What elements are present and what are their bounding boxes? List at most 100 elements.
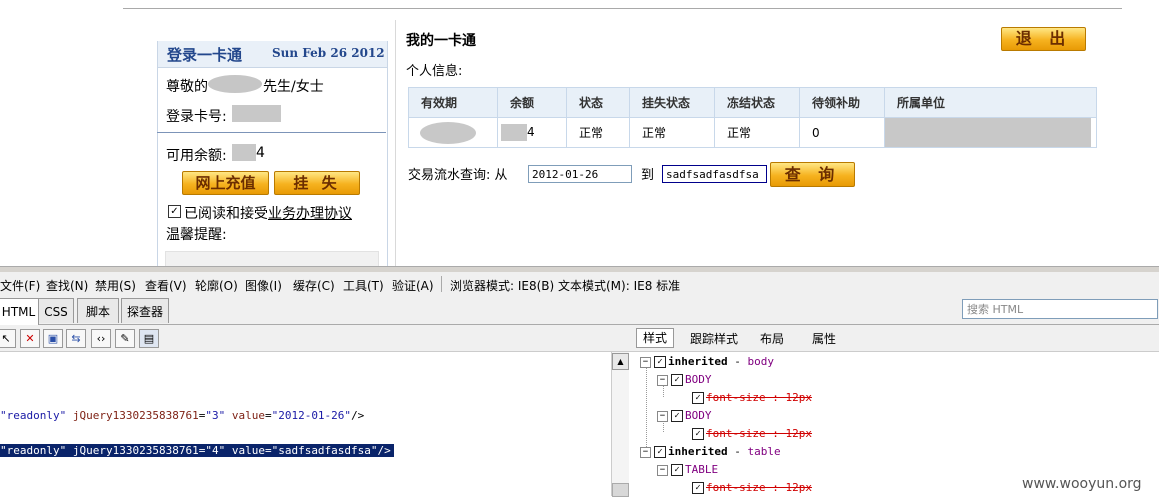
date-to-input[interactable]: sadfsadfasdfsa	[662, 165, 767, 183]
menu-disable[interactable]: 禁用(S)	[95, 277, 136, 294]
tree-node-property[interactable]: ✓ font-size : 12px	[692, 481, 812, 494]
checkbox-icon[interactable]: ✓	[671, 374, 683, 386]
panel-header: 登录一卡通 Sun Feb 26 2012	[158, 41, 387, 68]
checkbox-icon[interactable]: ✓	[671, 464, 683, 476]
current-date: Sun Feb 26 2012	[272, 46, 385, 60]
tree-node-table[interactable]: − ✓ TABLE	[657, 463, 718, 476]
col-header: 挂失状态	[629, 87, 715, 118]
query-to-label: 到	[641, 168, 655, 183]
personal-info-label: 个人信息:	[406, 64, 463, 79]
agreement-link-underline	[268, 219, 352, 220]
menu-validate[interactable]: 验证(A)	[392, 277, 434, 294]
cell-unit	[884, 117, 1097, 148]
query-button[interactable]: 查 询	[770, 162, 855, 187]
refresh-icon[interactable]: ⇆	[66, 329, 86, 348]
date-from-input[interactable]: 2012-01-26	[528, 165, 632, 183]
menu-cache[interactable]: 缓存(C)	[293, 277, 335, 294]
redacted-name	[208, 75, 262, 93]
style-tree-pane[interactable]: − ✓ inherited - body − ✓ BODY ✓ font-size : 1…	[632, 352, 1159, 496]
collapse-icon[interactable]: −	[657, 374, 668, 386]
checkbox-icon[interactable]: ✓	[654, 446, 666, 458]
page-top-border	[123, 8, 1122, 9]
collapse-icon[interactable]: −	[640, 356, 651, 368]
redacted-card-number	[232, 105, 281, 122]
tab-attributes[interactable]: 属性	[812, 330, 836, 347]
tree-connector	[646, 367, 647, 457]
style-tabs-bar: 样式 跟踪样式 布局 属性	[632, 325, 1159, 352]
checkbox-icon[interactable]: ✓	[692, 482, 704, 494]
dom-element-icon[interactable]: ‹›	[91, 329, 111, 348]
menu-tools[interactable]: 工具(T)	[343, 277, 384, 294]
tree-connector	[663, 385, 664, 397]
agreement-checkbox[interactable]: ✓	[168, 205, 181, 218]
html-toolbar: ↖ ✕ ▣ ⇆ ‹› ✎ ▤	[0, 325, 632, 352]
select-element-icon[interactable]: ↖	[0, 329, 16, 348]
tree-node-property[interactable]: ✓ font-size : 12px	[692, 391, 812, 404]
menu-browser-mode[interactable]: 浏览器模式: IE8(B)	[450, 277, 554, 294]
tab-layout[interactable]: 布局	[760, 330, 784, 347]
tree-node-inherited-body[interactable]: − ✓ inherited - body	[640, 355, 774, 368]
collapse-icon[interactable]: −	[657, 410, 668, 422]
search-html-input[interactable]: 搜索 HTML	[962, 299, 1158, 319]
checkbox-icon[interactable]: ✓	[692, 392, 704, 404]
cell-expiry	[408, 117, 498, 148]
clear-icon[interactable]: ✕	[20, 329, 40, 348]
tree-node-body[interactable]: − ✓ BODY	[657, 409, 712, 422]
page-title: 我的一卡通	[406, 33, 476, 49]
tab-trace-styles[interactable]: 跟踪样式	[690, 330, 738, 347]
tree-node-inherited-table[interactable]: − ✓ inherited - table	[640, 445, 781, 458]
tab-script[interactable]: 脚本	[77, 298, 119, 323]
menu-file[interactable]: 文件(F)	[0, 277, 40, 294]
col-header: 冻结状态	[714, 87, 800, 118]
vertical-scrollbar[interactable]	[611, 352, 629, 496]
menu-find[interactable]: 查找(N)	[46, 277, 88, 294]
tab-styles[interactable]: 样式	[636, 328, 674, 348]
recharge-button[interactable]: 网上充值	[182, 171, 269, 195]
collapse-icon[interactable]: −	[657, 464, 668, 476]
balance-value: 4	[256, 145, 265, 161]
cell-freeze-status: 正常	[714, 117, 800, 148]
col-header: 有效期	[408, 87, 498, 118]
code-line[interactable]: "readonly" jQuery1330235838761="3" value…	[0, 409, 364, 422]
redacted-balance	[232, 144, 256, 161]
report-loss-button[interactable]: 挂 失	[274, 171, 360, 195]
scroll-up-icon[interactable]: ▲	[612, 353, 629, 370]
menu-view[interactable]: 查看(V)	[145, 277, 187, 294]
tab-html[interactable]: HTML	[0, 298, 39, 325]
html-source-pane[interactable]: "readonly" jQuery1330235838761="3" value…	[0, 352, 611, 496]
collapse-icon[interactable]: −	[640, 446, 651, 458]
cell-subsidy: 0	[799, 117, 885, 148]
scrollbar-thumb[interactable]	[612, 483, 629, 497]
menu-document-mode[interactable]: 文本模式(M): IE8 标准	[558, 277, 680, 294]
edit-icon[interactable]: ✎	[115, 329, 135, 348]
table-header-row: 有效期 余额 状态 挂失状态 冻结状态 待领补助 所属单位	[408, 87, 1097, 118]
agreement-text[interactable]: 已阅读和接受业务办理协议	[184, 203, 352, 223]
tab-css[interactable]: CSS	[38, 298, 74, 323]
col-header: 余额	[497, 87, 567, 118]
greeting-suffix: 先生/女士	[263, 79, 324, 95]
code-line-selected[interactable]: "readonly" jQuery1330235838761="4" value…	[0, 444, 394, 457]
menu-images[interactable]: 图像(I)	[245, 277, 282, 294]
checkbox-icon[interactable]: ✓	[671, 410, 683, 422]
col-header: 状态	[566, 87, 630, 118]
menu-separator	[441, 276, 442, 292]
save-icon[interactable]: ▣	[43, 329, 63, 348]
checkbox-icon[interactable]: ✓	[654, 356, 666, 368]
panel-title: 登录一卡通	[167, 46, 243, 64]
card-number-label: 登录卡号:	[166, 109, 227, 125]
tree-node-property[interactable]: ✓ font-size : 12px	[692, 427, 812, 440]
greeting-prefix: 尊敬的	[166, 79, 208, 95]
col-header: 所属单位	[884, 87, 1097, 118]
checkbox-icon[interactable]: ✓	[692, 428, 704, 440]
card-info-table: 有效期 余额 状态 挂失状态 冻结状态 待领补助 所属单位 4 正常 正常 正常…	[408, 87, 1097, 148]
tree-node-body[interactable]: − ✓ BODY	[657, 373, 712, 386]
cell-loss-status: 正常	[629, 117, 715, 148]
column-divider	[395, 20, 396, 266]
panel-divider	[157, 132, 386, 133]
watermark: www.wooyun.org	[1022, 476, 1142, 492]
logout-button[interactable]: 退 出	[1001, 27, 1086, 51]
menu-outline[interactable]: 轮廓(O)	[195, 277, 238, 294]
word-wrap-icon[interactable]: ▤	[139, 329, 159, 348]
devtools-menubar: 文件(F) 查找(N) 禁用(S) 查看(V) 轮廓(O) 图像(I) 缓存(C…	[0, 272, 1159, 296]
tab-profiler[interactable]: 探查器	[121, 298, 169, 323]
